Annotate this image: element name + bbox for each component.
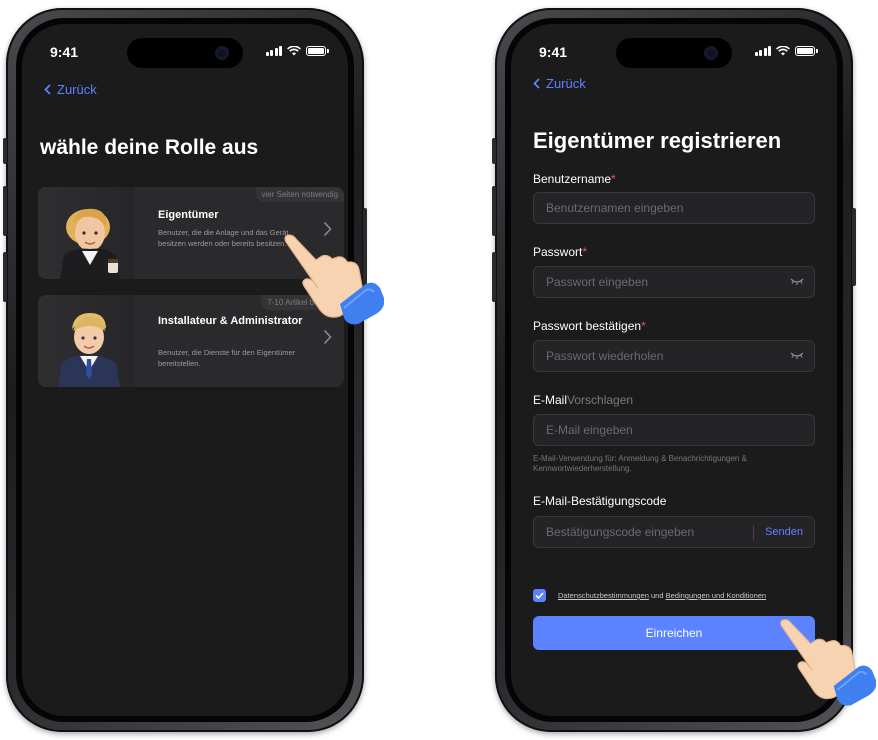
back-button[interactable]: Zurück bbox=[533, 76, 586, 91]
page-title: Eigentümer registrieren bbox=[533, 128, 782, 153]
status-icons bbox=[754, 46, 818, 56]
password-placeholder: Passwort eingeben bbox=[546, 275, 649, 289]
role-tag: vier Seiten notwendig bbox=[255, 187, 344, 202]
email-placeholder: E-Mail eingeben bbox=[546, 423, 633, 437]
divider bbox=[753, 525, 754, 540]
confirm-password-placeholder: Passwort wiederholen bbox=[546, 349, 664, 363]
back-label: Zurück bbox=[57, 82, 97, 97]
verification-code-label: E-Mail-Bestätigungscode bbox=[533, 494, 667, 508]
pointing-hand-icon bbox=[780, 619, 876, 706]
dynamic-island bbox=[616, 38, 732, 68]
chevron-right-icon bbox=[323, 329, 332, 345]
battery-icon bbox=[306, 46, 329, 56]
email-input[interactable]: E-Mail eingeben bbox=[533, 414, 815, 446]
eye-closed-icon[interactable] bbox=[790, 351, 804, 360]
confirm-password-input[interactable]: Passwort wiederholen bbox=[533, 340, 815, 372]
installer-avatar bbox=[38, 295, 134, 387]
agreement-row: Datenschutzbestimmungen und Bedingungen … bbox=[533, 589, 766, 602]
agreement-checkbox[interactable] bbox=[533, 589, 546, 602]
back-label: Zurück bbox=[546, 76, 586, 91]
signal-icon bbox=[754, 46, 771, 56]
wifi-icon bbox=[287, 46, 301, 56]
phone-left: 9:41 Zurück wähle deine Rolle aus vier S… bbox=[3, 8, 367, 732]
verification-code-input[interactable]: Bestätigungscode eingeben Senden bbox=[533, 516, 815, 548]
and-text: und bbox=[650, 591, 664, 600]
chevron-left-icon bbox=[533, 78, 540, 89]
pointing-hand-icon bbox=[284, 234, 384, 325]
owner-avatar bbox=[38, 187, 134, 279]
password-label: Passwort* bbox=[533, 245, 588, 259]
check-icon bbox=[535, 592, 544, 599]
wifi-icon bbox=[776, 46, 790, 56]
confirm-password-label: Passwort bestätigen* bbox=[533, 319, 646, 333]
terms-link[interactable]: Bedingungen und Konditionen bbox=[666, 591, 767, 600]
chevron-left-icon bbox=[44, 84, 51, 95]
back-button[interactable]: Zurück bbox=[44, 82, 97, 97]
battery-icon bbox=[795, 46, 818, 56]
role-selection-screen: 9:41 Zurück wähle deine Rolle aus vier S… bbox=[22, 24, 348, 716]
signal-icon bbox=[265, 46, 282, 56]
dynamic-island bbox=[127, 38, 243, 68]
privacy-link[interactable]: Datenschutzbestimmungen bbox=[558, 591, 649, 600]
send-code-button[interactable]: Senden bbox=[765, 517, 803, 547]
email-label: E-MailVorschlagen bbox=[533, 393, 634, 407]
username-placeholder: Benutzernamen eingeben bbox=[546, 201, 684, 215]
role-description: Benutzer, die Dienste für den Eigentümer… bbox=[158, 348, 296, 368]
eye-closed-icon[interactable] bbox=[790, 277, 804, 286]
email-hint: E-Mail-Verwendung für: Anmeldung & Benac… bbox=[533, 454, 747, 473]
role-name: Eigentümer bbox=[158, 209, 219, 221]
password-input[interactable]: Passwort eingeben bbox=[533, 266, 815, 298]
username-input[interactable]: Benutzernamen eingeben bbox=[533, 192, 815, 224]
status-time: 9:41 bbox=[539, 44, 568, 60]
page-title: wähle deine Rolle aus bbox=[40, 136, 259, 159]
status-time: 9:41 bbox=[50, 44, 79, 60]
username-label: Benutzername* bbox=[533, 172, 616, 186]
verification-code-placeholder: Bestätigungscode eingeben bbox=[546, 525, 695, 539]
status-icons bbox=[265, 46, 329, 56]
submit-button[interactable]: Einreichen bbox=[533, 616, 815, 650]
